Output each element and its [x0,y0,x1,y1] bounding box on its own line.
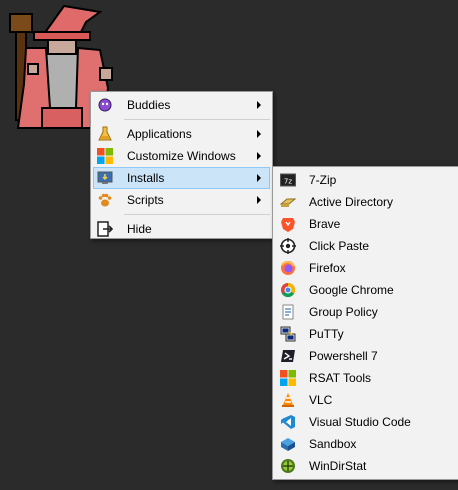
menu-item-label: Scripts [127,193,164,207]
beaker-icon [97,126,113,142]
install-item-label: VLC [309,393,333,407]
install-item-sandbox[interactable]: Sandbox [275,433,458,455]
menu-item-label: Customize Windows [127,149,236,163]
install-item-label: 7-Zip [309,173,337,187]
install-item-7zip[interactable]: 7z 7-Zip [275,169,458,191]
menu-item-installs[interactable]: Installs [93,167,270,189]
vlc-cone-icon [280,392,296,408]
powershell-icon [280,348,296,364]
windows-logo-icon [97,148,113,164]
install-item-label: WinDirStat [309,459,367,473]
monitor-install-icon [97,170,113,186]
install-item-label: Visual Studio Code [309,415,411,429]
install-item-label: Brave [309,217,341,231]
crosshair-icon [280,238,296,254]
windirstat-icon [280,458,296,474]
menu-item-label: Applications [127,127,192,141]
7zip-icon: 7z [280,172,296,188]
group-policy-icon [280,304,296,320]
svg-text:7z: 7z [284,178,292,186]
menu-item-buddies[interactable]: Buddies [93,94,270,116]
submenu-arrow-icon [257,130,261,138]
menu-separator [124,119,270,120]
sandbox-icon [280,436,296,452]
install-item-label: Group Policy [309,305,378,319]
brave-lion-icon [280,216,296,232]
menu-item-applications[interactable]: Applications [93,123,270,145]
paw-icon [97,192,113,208]
menu-item-label: Hide [127,222,152,236]
install-item-label: Firefox [309,261,346,275]
submenu-arrow-icon [257,101,261,109]
purple-creature-icon [97,97,113,113]
submenu-arrow-icon [257,152,261,160]
install-item-putty[interactable]: PuTTy [275,323,458,345]
install-item-firefox[interactable]: Firefox [275,257,458,279]
menu-separator [124,214,270,215]
windows-logo-icon [280,370,296,386]
vscode-icon [280,414,296,430]
firefox-icon [280,260,296,276]
install-item-google-chrome[interactable]: Google Chrome [275,279,458,301]
install-item-active-directory[interactable]: Active Directory [275,191,458,213]
menu-item-scripts[interactable]: Scripts [93,189,270,211]
install-item-label: Google Chrome [309,283,394,297]
install-item-label: Powershell 7 [309,349,378,363]
install-item-windirstat[interactable]: WinDirStat [275,455,458,477]
active-directory-icon [280,194,296,210]
install-item-visual-studio-code[interactable]: Visual Studio Code [275,411,458,433]
install-item-label: Active Directory [309,195,394,209]
chrome-icon [280,282,296,298]
install-item-label: PuTTy [309,327,344,341]
install-item-label: Sandbox [309,437,357,451]
menu-item-label: Buddies [127,98,171,112]
install-item-label: Click Paste [309,239,370,253]
exit-icon [97,221,113,237]
install-item-click-paste[interactable]: Click Paste [275,235,458,257]
install-item-brave[interactable]: Brave [275,213,458,235]
putty-icon [280,326,296,342]
context-menu: Buddies Applications Customize Windows I… [90,91,273,239]
install-item-vlc[interactable]: VLC [275,389,458,411]
submenu-arrow-icon [257,174,261,182]
menu-item-customize-windows[interactable]: Customize Windows [93,145,270,167]
menu-item-label: Installs [127,171,165,185]
submenu-arrow-icon [257,196,261,204]
install-item-group-policy[interactable]: Group Policy [275,301,458,323]
desktop: Buddies Applications Customize Windows I… [0,0,458,490]
install-item-label: RSAT Tools [309,371,372,385]
menu-item-hide[interactable]: Hide [93,218,270,240]
installs-submenu: 7z 7-Zip Active Directory Brave Click Pa… [272,166,458,480]
install-item-rsat-tools[interactable]: RSAT Tools [275,367,458,389]
install-item-powershell-7[interactable]: Powershell 7 [275,345,458,367]
